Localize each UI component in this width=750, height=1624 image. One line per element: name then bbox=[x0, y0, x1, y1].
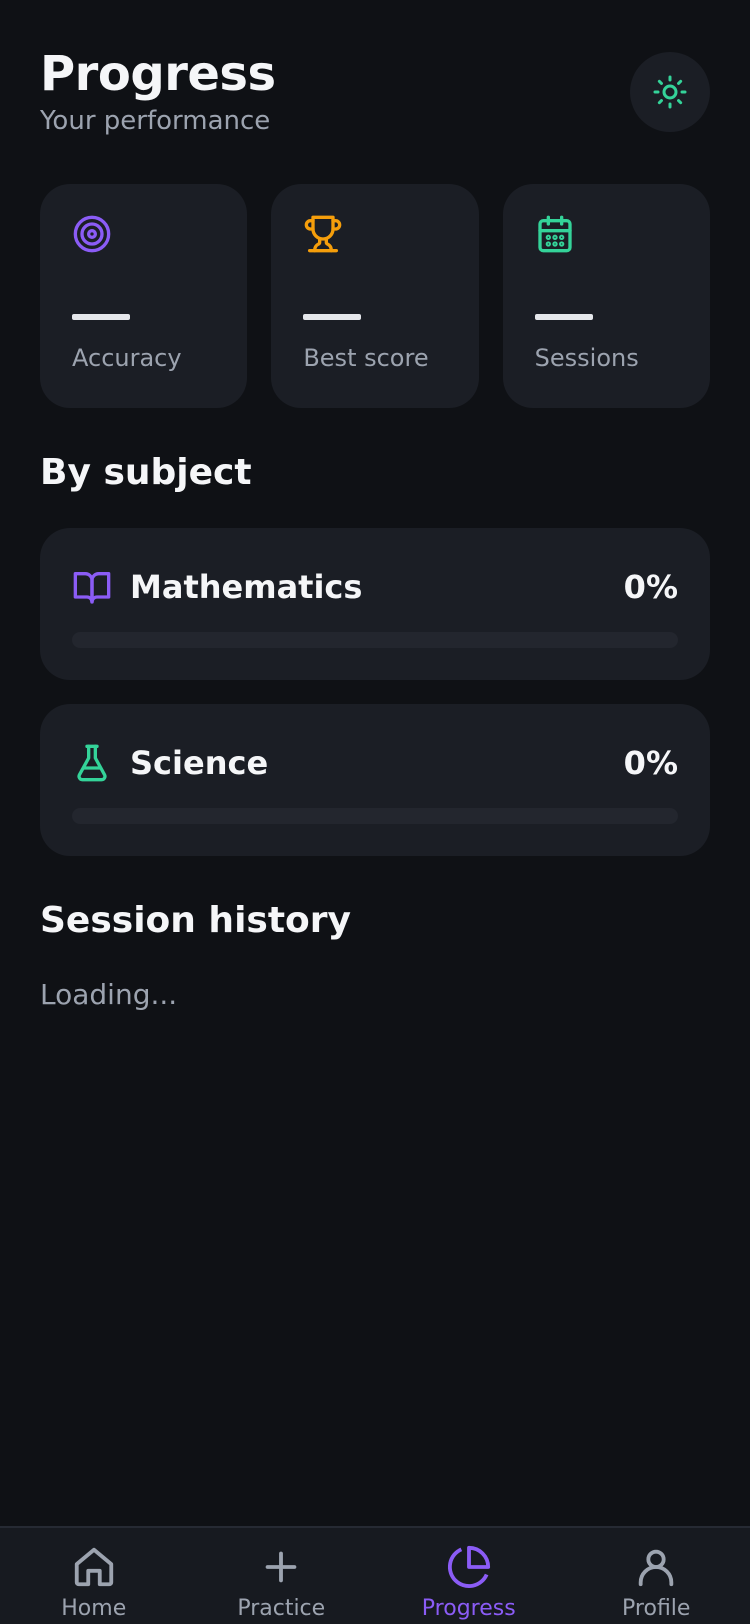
subject-name: Mathematics bbox=[130, 568, 363, 606]
by-subject-heading: By subject bbox=[40, 452, 252, 493]
calendar-icon bbox=[537, 215, 572, 253]
subject-percent: 0% bbox=[623, 744, 678, 782]
loading-text: Loading... bbox=[40, 978, 178, 1011]
flask-icon bbox=[77, 744, 107, 782]
stats-row: Accuracy Best score Sessions bbox=[40, 184, 710, 408]
stat-value-best-score bbox=[303, 292, 362, 338]
stat-value-accuracy bbox=[72, 292, 130, 338]
tab-label: Practice bbox=[237, 1596, 326, 1621]
stat-card-sessions: Sessions bbox=[502, 184, 710, 408]
pie-chart-icon bbox=[447, 1545, 490, 1588]
stat-label-best-score: Best score bbox=[303, 344, 429, 372]
empty-value-dash bbox=[534, 314, 593, 320]
page-title: Progress bbox=[40, 46, 276, 102]
header: Progress Your performance bbox=[40, 44, 710, 144]
stat-label-sessions: Sessions bbox=[534, 344, 639, 372]
tab-label: Home bbox=[61, 1596, 127, 1621]
sun-icon bbox=[653, 75, 687, 109]
target-icon bbox=[73, 215, 111, 253]
tab-practice[interactable]: Practice bbox=[188, 1528, 376, 1624]
book-icon bbox=[73, 572, 111, 604]
trophy-icon bbox=[305, 215, 342, 253]
tab-profile[interactable]: Profile bbox=[563, 1528, 750, 1624]
subject-card-mathematics[interactable]: Mathematics 0% bbox=[40, 528, 710, 680]
subject-row: Science 0% bbox=[72, 742, 678, 784]
stat-card-best-score: Best score bbox=[271, 184, 479, 408]
progress-bar bbox=[72, 632, 678, 648]
subject-name: Science bbox=[130, 744, 269, 782]
stat-value-sessions bbox=[534, 292, 593, 338]
theme-toggle-button[interactable] bbox=[630, 52, 710, 132]
progress-bar bbox=[72, 808, 678, 824]
tab-progress[interactable]: Progress bbox=[375, 1528, 563, 1624]
stat-card-accuracy: Accuracy bbox=[40, 184, 248, 408]
progress-screen: Progress Your performance Accuracy Best … bbox=[0, 0, 750, 1624]
empty-value-dash bbox=[303, 314, 362, 320]
tab-home[interactable]: Home bbox=[0, 1528, 188, 1624]
stat-label-accuracy: Accuracy bbox=[72, 344, 182, 372]
user-icon bbox=[639, 1549, 674, 1587]
page-subtitle: Your performance bbox=[40, 106, 271, 136]
subject-row: Mathematics 0% bbox=[72, 566, 678, 608]
tab-label: Profile bbox=[622, 1596, 691, 1621]
tab-label: Progress bbox=[421, 1596, 516, 1621]
home-icon bbox=[74, 1547, 113, 1587]
plus-icon bbox=[265, 1551, 297, 1583]
session-history-heading: Session history bbox=[40, 900, 351, 941]
empty-value-dash bbox=[72, 314, 130, 320]
subject-card-science[interactable]: Science 0% bbox=[40, 704, 710, 856]
subject-percent: 0% bbox=[623, 568, 678, 606]
bottom-tab-bar: Home Practice Progress Profile bbox=[0, 1526, 750, 1624]
